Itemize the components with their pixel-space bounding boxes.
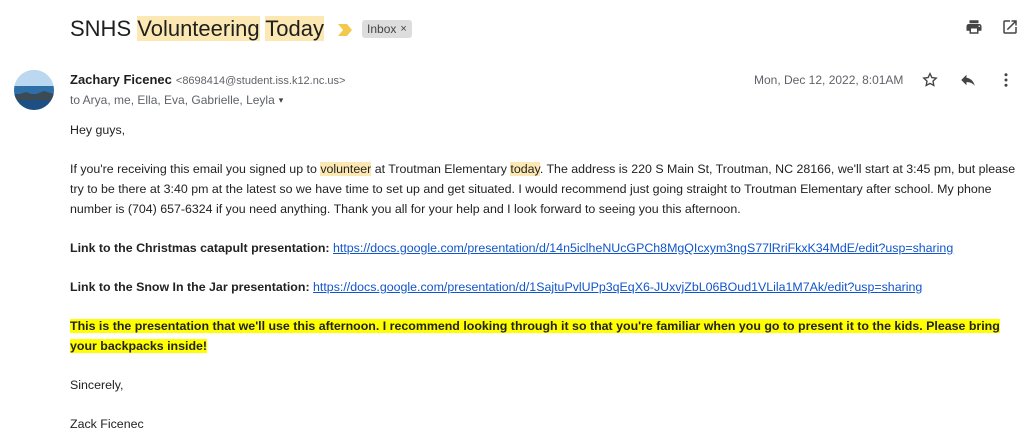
closing: Sincerely, (70, 378, 124, 392)
sender-row: Zachary Ficenec <8698414@student.iss.k12… (70, 72, 345, 87)
highlighted-paragraph: This is the presentation that we'll use … (70, 316, 1020, 356)
reply-icon[interactable] (959, 71, 977, 89)
signature: Zack Ficenec (70, 417, 144, 431)
link1-paragraph: Link to the Christmas catapult presentat… (70, 238, 1020, 258)
star-icon[interactable] (921, 71, 939, 89)
sender-name[interactable]: Zachary Ficenec (70, 72, 172, 87)
main-paragraph: If you're receiving this email you signe… (70, 159, 1020, 219)
paragraph-text-1: If you're receiving this email you signe… (70, 162, 321, 176)
print-icon[interactable] (965, 18, 983, 36)
inbox-label-chip[interactable]: Inbox × (362, 20, 412, 38)
highlighted-text: This is the presentation that we'll use … (70, 319, 1000, 353)
highlight-volunteer: volunteer (320, 162, 372, 176)
sender-email: <8698414@student.iss.k12.nc.us> (175, 75, 346, 87)
link2-paragraph: Link to the Snow In the Jar presentation… (70, 277, 1020, 297)
link1-label: Link to the Christmas catapult presentat… (70, 241, 330, 255)
inbox-label-text: Inbox (367, 22, 397, 36)
top-actions (965, 18, 1019, 36)
subject-highlight-2: Today (265, 16, 325, 41)
message-actions (921, 71, 1015, 89)
email-date: Mon, Dec 12, 2022, 8:01AM (754, 73, 904, 87)
avatar[interactable] (14, 70, 54, 110)
recipients-row: to Arya, me, Ella, Eva, Gabrielle, Leyla… (70, 93, 283, 107)
link2-label: Link to the Snow In the Jar presentation… (70, 280, 310, 294)
open-in-new-window-icon[interactable] (1001, 18, 1019, 36)
snow-in-jar-link[interactable]: https://docs.google.com/presentation/d/1… (313, 280, 922, 294)
more-vertical-icon[interactable] (997, 71, 1015, 89)
remove-label-button[interactable]: × (400, 23, 406, 35)
subject-row: SNHS Volunteering Today Inbox × (70, 14, 412, 44)
email-subject: SNHS Volunteering Today (70, 16, 325, 42)
subject-prefix: SNHS (70, 16, 138, 41)
paragraph-text-2: at Troutman Elementary (371, 162, 511, 176)
greeting: Hey guys, (70, 123, 126, 137)
email-body: Hey guys, If you're receiving this email… (70, 120, 1020, 434)
important-marker-icon[interactable] (338, 23, 353, 36)
recipients-text: to Arya, me, Ella, Eva, Gabrielle, Leyla (70, 93, 275, 107)
chevron-down-icon[interactable]: ▾ (279, 95, 284, 106)
highlight-today: today (510, 162, 540, 176)
subject-highlight-1: Volunteering (137, 16, 260, 41)
christmas-catapult-link[interactable]: https://docs.google.com/presentation/d/1… (333, 241, 953, 255)
